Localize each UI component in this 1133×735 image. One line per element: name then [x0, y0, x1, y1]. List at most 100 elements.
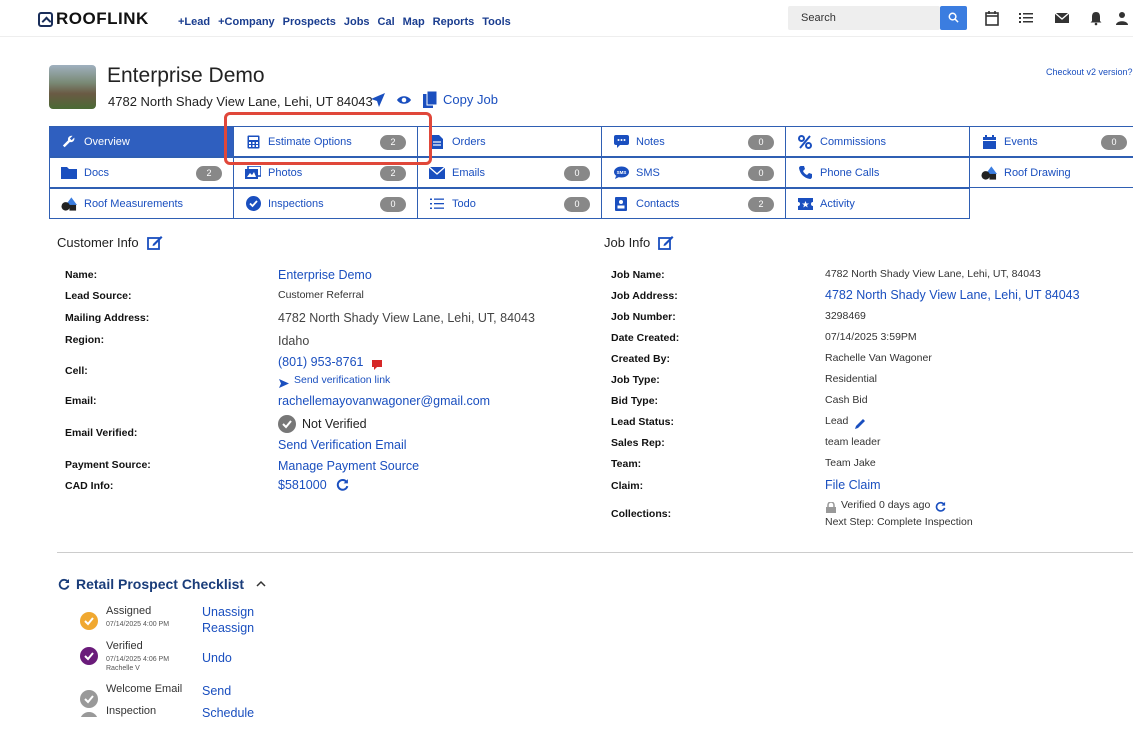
- copy-job-label: Copy Job: [443, 92, 498, 107]
- navigate-arrow-icon[interactable]: [370, 92, 386, 108]
- send-verification-email-link[interactable]: Send Verification Email: [278, 438, 407, 452]
- refresh-icon[interactable]: [935, 499, 946, 517]
- lead-status: Lead: [825, 415, 849, 427]
- cell-phone[interactable]: (801) 953-8761: [278, 355, 363, 369]
- checklist-action-send[interactable]: Send: [202, 684, 231, 698]
- checkout-v2-link[interactable]: Checkout v2 version?: [1046, 67, 1133, 77]
- tab-sms[interactable]: SMS SMS 0: [601, 157, 786, 188]
- check-circle-icon: [80, 647, 98, 665]
- nav-prospects[interactable]: Prospects: [283, 16, 336, 28]
- job-address-link[interactable]: 4782 North Shady View Lane, Lehi, UT 840…: [825, 288, 1080, 302]
- checklist-step-date: 07/14/2025 4:06 PM: [106, 656, 170, 663]
- count-badge: 0: [380, 197, 406, 212]
- percent-icon: [797, 134, 813, 149]
- tab-orders[interactable]: Orders: [417, 126, 602, 157]
- sales-rep: team leader: [825, 436, 881, 448]
- tab-docs[interactable]: Docs 2: [49, 157, 234, 188]
- checklist-header[interactable]: Retail Prospect Checklist: [58, 576, 266, 592]
- refresh-icon[interactable]: [58, 578, 70, 590]
- nav-jobs[interactable]: Jobs: [344, 16, 370, 28]
- rooflink-logo[interactable]: ROOFLINK: [38, 9, 149, 28]
- checklist-action-undo[interactable]: Undo: [202, 651, 232, 665]
- calendar-icon[interactable]: [984, 10, 1000, 26]
- job-number: 3298469: [825, 310, 866, 322]
- manage-payment-source[interactable]: Manage Payment Source: [278, 459, 419, 473]
- header-actions: Copy Job: [370, 90, 498, 109]
- shapes-icon: [981, 165, 997, 180]
- tab-notes[interactable]: Notes 0: [601, 126, 786, 157]
- tab-roof-drawing[interactable]: Roof Drawing: [969, 157, 1133, 188]
- tab-label: Commissions: [820, 135, 887, 148]
- tab-label: Todo: [452, 197, 476, 210]
- users-icon[interactable]: [1114, 10, 1130, 26]
- bottom-edge: [0, 717, 1133, 730]
- nav-add-company[interactable]: +Company: [218, 16, 275, 28]
- ticket-icon: [797, 197, 813, 211]
- page-title: Enterprise Demo: [107, 64, 265, 87]
- tab-contacts[interactable]: Contacts 2: [601, 188, 786, 219]
- mail-icon[interactable]: [1054, 10, 1070, 26]
- job-photo-thumbnail[interactable]: [49, 65, 96, 109]
- send-arrow-icon: [279, 375, 289, 393]
- tab-inspections[interactable]: Inspections 0: [233, 188, 418, 219]
- customer-info-title: Customer Info: [57, 235, 139, 250]
- send-verification-link[interactable]: Send verification link: [294, 374, 390, 386]
- tab-roof-measurements[interactable]: Roof Measurements: [49, 188, 234, 219]
- field-label: Email Verified:: [65, 427, 138, 439]
- flag-icon[interactable]: [372, 357, 382, 375]
- count-badge: 0: [748, 135, 774, 150]
- field-label: Email:: [65, 395, 97, 407]
- tab-phone-calls[interactable]: Phone Calls: [785, 157, 970, 188]
- bell-icon[interactable]: [1088, 10, 1104, 26]
- field-label: Job Type:: [611, 374, 660, 386]
- tab-label: Activity: [820, 197, 855, 210]
- tab-emails[interactable]: Emails 0: [417, 157, 602, 188]
- tab-commissions[interactable]: Commissions: [785, 126, 970, 157]
- nav-cal[interactable]: Cal: [378, 16, 395, 28]
- eye-icon[interactable]: [396, 94, 412, 106]
- count-badge: 0: [564, 166, 590, 181]
- checklist-action-reassign[interactable]: Reassign: [202, 621, 254, 635]
- pencil-icon[interactable]: [855, 416, 865, 434]
- search-button[interactable]: [940, 6, 967, 30]
- check-circle-icon: [80, 612, 98, 630]
- cad-info[interactable]: $581000: [278, 478, 327, 492]
- next-step: Next Step: Complete Inspection: [825, 516, 973, 528]
- tab-activity[interactable]: Activity: [785, 188, 970, 219]
- copy-job-button[interactable]: Copy Job: [422, 90, 498, 109]
- tab-events[interactable]: Events 0: [969, 126, 1133, 157]
- customer-name[interactable]: Enterprise Demo: [278, 268, 372, 282]
- field-label: Lead Source:: [65, 290, 132, 302]
- checklist-step-label: Assigned: [106, 605, 152, 617]
- check-circle-icon: [80, 690, 98, 708]
- brand-name: ROOFLINK: [56, 9, 149, 28]
- tab-label: Contacts: [636, 197, 680, 210]
- refresh-icon[interactable]: [336, 478, 349, 496]
- list-icon[interactable]: [1018, 10, 1034, 26]
- note-icon: [613, 135, 629, 149]
- count-badge: 0: [1101, 135, 1127, 150]
- check-circle-icon: [245, 196, 261, 211]
- nav-map[interactable]: Map: [403, 16, 425, 28]
- list-icon: [429, 197, 445, 211]
- tab-overview[interactable]: Overview: [49, 126, 234, 157]
- checklist-action-unassign[interactable]: Unassign: [202, 605, 254, 619]
- nav-add-lead[interactable]: +Lead: [178, 16, 210, 28]
- nav-tools[interactable]: Tools: [482, 16, 511, 28]
- checklist-step-date: 07/14/2025 4:00 PM: [106, 621, 170, 628]
- tab-todo[interactable]: Todo 0: [417, 188, 602, 219]
- email[interactable]: rachellemayovanwagoner@gmail.com: [278, 394, 490, 408]
- tab-label: Inspections: [268, 197, 324, 210]
- nav-reports[interactable]: Reports: [433, 16, 475, 28]
- region: Idaho: [278, 334, 310, 348]
- edit-icon[interactable]: [658, 235, 674, 250]
- checklist-step-label: Verified: [106, 640, 143, 652]
- count-badge: 2: [196, 166, 222, 181]
- file-claim-link[interactable]: File Claim: [825, 478, 881, 492]
- search-input[interactable]: Search: [788, 6, 940, 30]
- wrench-icon: [61, 135, 77, 149]
- field-label: Date Created:: [611, 332, 680, 344]
- edit-icon[interactable]: [146, 235, 163, 250]
- chevron-up-icon[interactable]: [256, 580, 266, 588]
- job-address: 4782 North Shady View Lane, Lehi, UT 840…: [108, 94, 373, 109]
